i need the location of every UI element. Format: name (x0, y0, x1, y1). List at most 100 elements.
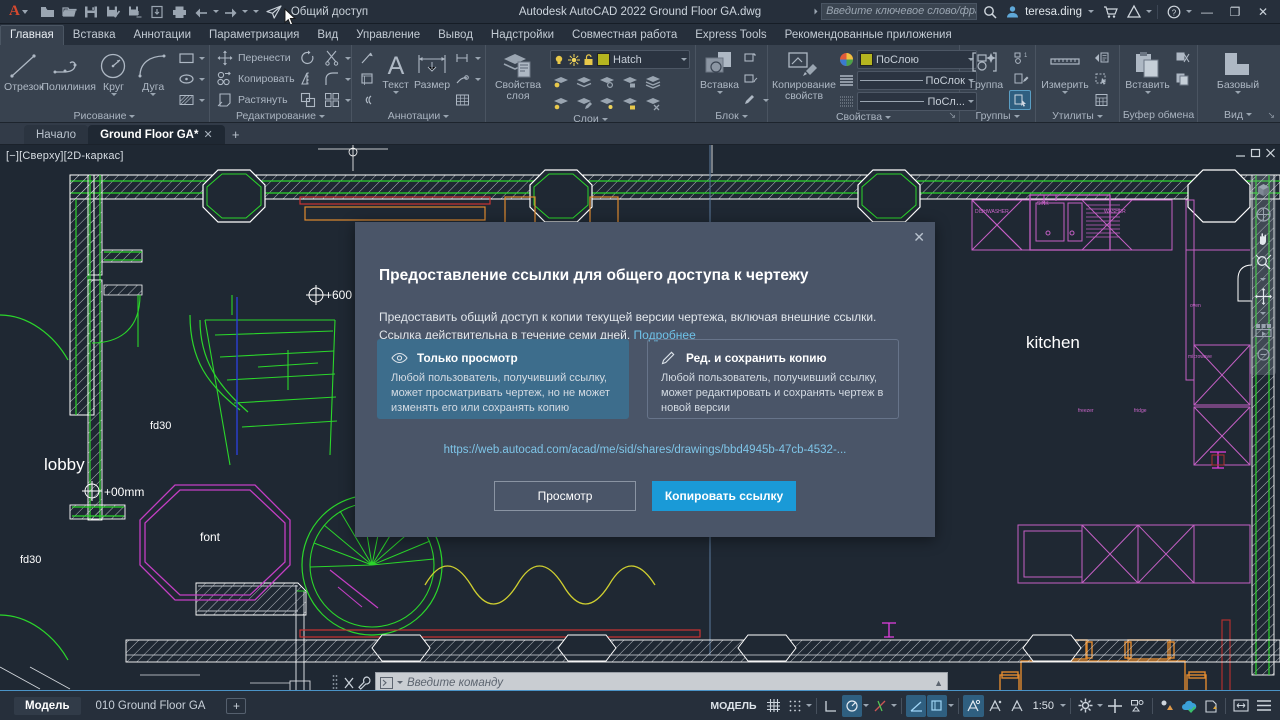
autodesk-logo-icon[interactable] (1123, 2, 1144, 22)
orbit-caret-icon[interactable] (1252, 309, 1274, 317)
ellipse-icon[interactable] (175, 69, 197, 89)
command-expand-icon[interactable]: ▲ (934, 678, 943, 688)
command-line-grip[interactable] (332, 674, 340, 691)
quick-select-icon[interactable] (1090, 48, 1112, 68)
maximize-button[interactable]: ❐ (1222, 1, 1248, 23)
annot-monitor-icon[interactable] (1007, 695, 1027, 717)
layer-edit-icon[interactable] (573, 93, 595, 113)
layer-turn-on-icon[interactable] (550, 93, 572, 113)
command-prompt-icon[interactable] (380, 677, 393, 689)
annotation-scale-label[interactable]: 1:50 (1028, 700, 1059, 712)
ellipse-caret-icon[interactable] (199, 78, 205, 81)
snap-caret-icon[interactable] (806, 704, 812, 707)
new-file-icon[interactable] (37, 2, 58, 22)
printer-icon[interactable] (169, 2, 190, 22)
drawing-tab-ground-floor-ga[interactable]: Ground Floor GA* ✕ (88, 125, 225, 144)
layer-unlock-all-icon[interactable] (619, 93, 641, 113)
viewport-restore-icon[interactable] (1250, 148, 1261, 158)
annotation-panel-caret-icon[interactable] (443, 115, 449, 118)
polar-icon[interactable] (842, 695, 862, 717)
command-input[interactable]: Введите команду ▲ (375, 672, 948, 690)
shopping-cart-icon[interactable] (1100, 2, 1121, 22)
ribbon-tab-home[interactable]: Главная (0, 25, 64, 45)
group-selection-toggle-icon[interactable] (1009, 90, 1031, 110)
paste-caret-icon[interactable] (1145, 91, 1151, 94)
object-linetype-combo[interactable]: ПоСлок (857, 71, 977, 90)
layer-merge-icon[interactable] (642, 71, 664, 91)
qat-customize-caret-icon[interactable] (253, 10, 259, 13)
cloud-check-icon[interactable] (1178, 695, 1200, 717)
draw-line-button[interactable]: Отрезок (4, 48, 44, 93)
cloud-save-icon[interactable] (147, 2, 168, 22)
osnap-caret-icon[interactable] (891, 704, 897, 707)
close-icon[interactable] (343, 676, 355, 690)
draw-arc-button[interactable]: Дуга (133, 48, 173, 96)
mirror-icon[interactable] (297, 69, 319, 89)
lineweight-icon[interactable] (839, 94, 854, 109)
annot-auto-icon[interactable] (985, 695, 1006, 717)
export-icon[interactable] (125, 2, 146, 22)
block-editor-icon[interactable] (739, 48, 761, 68)
close-button[interactable]: ✕ (1250, 1, 1276, 23)
draw-polyline-button[interactable]: Полилиния (44, 48, 94, 93)
pan-hand-icon[interactable] (1252, 227, 1274, 249)
stretch-label[interactable]: Растянуть (238, 94, 288, 106)
undo-dropdown-caret-icon[interactable] (213, 10, 219, 13)
fullscreen-icon[interactable] (1230, 695, 1252, 717)
close-icon[interactable]: ✕ (913, 230, 925, 244)
measure-caret-icon[interactable] (1062, 91, 1068, 94)
array-caret-icon[interactable] (345, 99, 351, 102)
calculator-icon[interactable] (1090, 90, 1112, 110)
wrench-icon[interactable] (358, 676, 372, 690)
properties-dialog-launcher-icon[interactable]: ↘ (948, 110, 956, 121)
option-edit-save-copy[interactable]: Ред. и сохранить копию Любой пользовател… (647, 339, 899, 419)
layout-tab-010-ground-floor-ga[interactable]: 010 Ground Floor GA (85, 697, 217, 715)
ribbon-tab-parametric[interactable]: Параметризация (200, 26, 308, 45)
save-as-icon[interactable] (103, 2, 124, 22)
redo-icon[interactable] (220, 2, 241, 22)
ribbon-panel-draw-title[interactable]: Рисование (0, 110, 209, 122)
rotate-icon[interactable] (297, 48, 319, 68)
trim-icon[interactable] (321, 48, 343, 68)
draw-arc-caret-icon[interactable] (150, 93, 156, 96)
block-attribute-icon[interactable] (739, 69, 761, 89)
insert-block-caret-icon[interactable] (717, 91, 723, 94)
grid-icon[interactable] (763, 695, 784, 717)
ribbon-tab-manage[interactable]: Управление (347, 26, 429, 45)
object-color-icon[interactable] (839, 52, 854, 67)
table-icon[interactable] (451, 90, 473, 110)
share-link-url[interactable]: https://web.autocad.com/acad/me/sid/shar… (355, 444, 935, 456)
snap-icon[interactable] (785, 695, 805, 717)
autodesk-menu-caret-icon[interactable] (1146, 10, 1152, 13)
gear-icon[interactable] (1075, 695, 1096, 717)
ribbon-panel-clipboard-title[interactable]: Буфер обмена (1120, 107, 1197, 122)
redo-dropdown-caret-icon[interactable] (242, 10, 248, 13)
viewport-minimize-icon[interactable] (1235, 148, 1246, 158)
user-avatar-icon[interactable] (1002, 2, 1023, 22)
fillet-icon[interactable] (321, 69, 343, 89)
ribbon-tab-featured-apps[interactable]: Рекомендованные приложения (776, 26, 961, 45)
ribbon-tab-view[interactable]: Вид (308, 26, 347, 45)
hatch-icon[interactable] (175, 90, 197, 110)
base-view-caret-icon[interactable] (1235, 91, 1241, 94)
utilities-panel-caret-icon[interactable] (1097, 115, 1103, 118)
stretch-icon[interactable] (214, 90, 236, 110)
osnap-icon[interactable] (870, 695, 890, 717)
zoom-extents-icon[interactable] (1252, 251, 1274, 273)
viewcube-icon[interactable] (1252, 179, 1274, 201)
navbar-settings-icon[interactable] (1252, 343, 1274, 365)
user-name-label[interactable]: teresa.ding (1025, 6, 1082, 18)
layer-isolate-icon[interactable] (550, 71, 572, 91)
infocenter-expand-icon[interactable] (815, 9, 818, 15)
current-layer-caret-icon[interactable] (681, 58, 687, 61)
close-icon[interactable]: ✕ (203, 128, 212, 141)
hatch-caret-icon[interactable] (199, 99, 205, 102)
layer-freeze-icon[interactable] (573, 71, 595, 91)
leader-icon[interactable] (356, 48, 378, 68)
undo-icon[interactable] (191, 2, 212, 22)
drawing-warn-icon[interactable] (1201, 695, 1221, 717)
insert-block-button[interactable]: Вставка (700, 48, 739, 94)
revision-cloud-icon[interactable] (356, 90, 378, 110)
ribbon-tab-insert[interactable]: Вставка (64, 26, 125, 45)
ribbon-tab-output[interactable]: Вывод (429, 26, 482, 45)
